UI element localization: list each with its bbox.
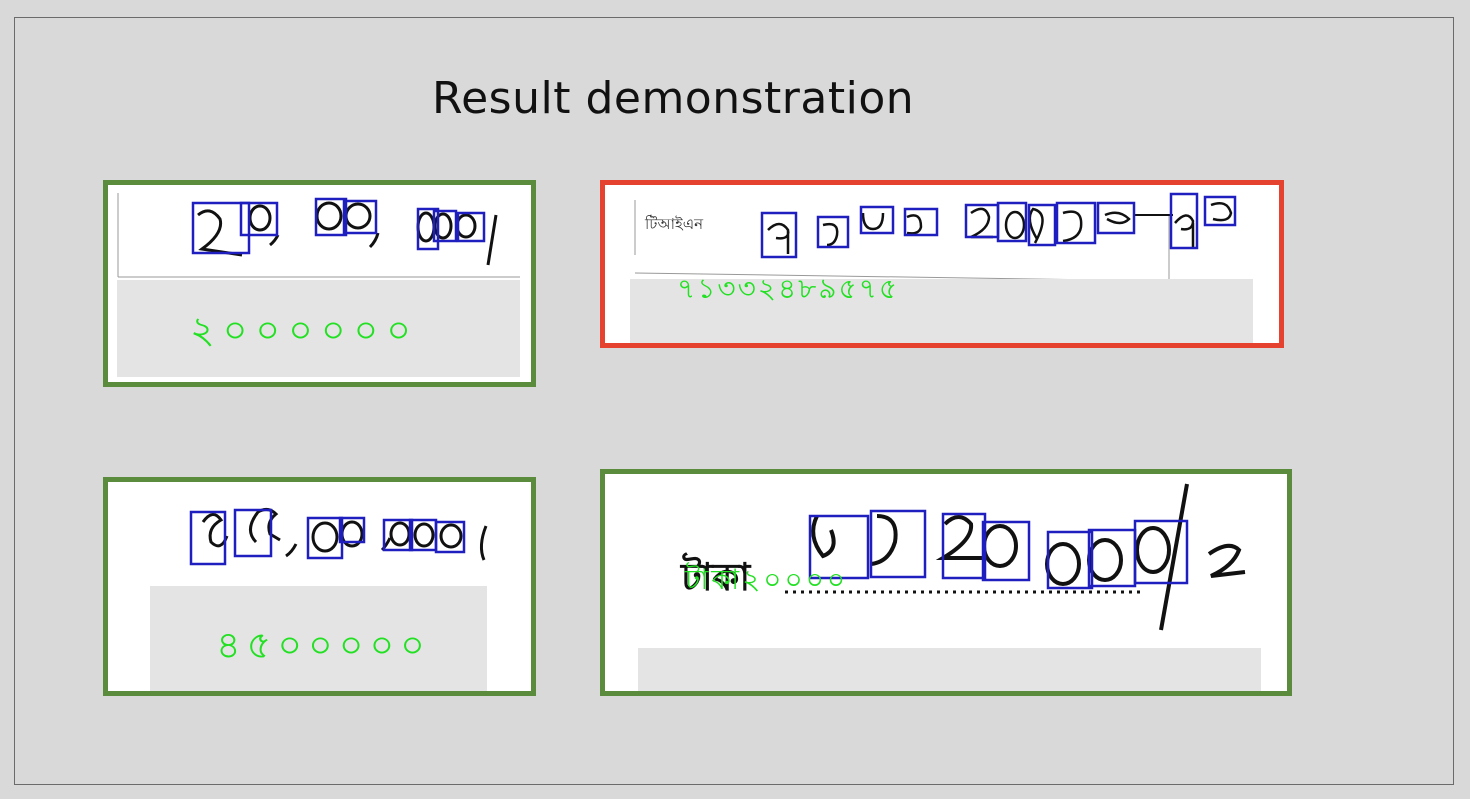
result-panel-4: টাকা টাকা২০০০০	[600, 469, 1292, 696]
slide-title: Result demonstration	[432, 73, 915, 124]
predicted-digits-3: ৪৫০০০০০	[216, 623, 431, 667]
predicted-digits-1: ২০০০০০০	[190, 308, 419, 352]
result-panel-3: ৪৫০০০০০	[103, 477, 536, 696]
predicted-digits-4: টাকা২০০০০	[685, 563, 849, 596]
result-panel-1: ২০০০০০০	[103, 180, 536, 387]
printed-label-2: টিআইএন	[644, 215, 704, 233]
result-panel-2: টিআইএন ৭১৩৩২৪৮৯৫৭৫	[600, 180, 1284, 348]
prediction-area-4	[638, 648, 1261, 691]
predicted-digits-2: ৭১৩৩২৪৮৯৫৭৫	[677, 272, 900, 305]
